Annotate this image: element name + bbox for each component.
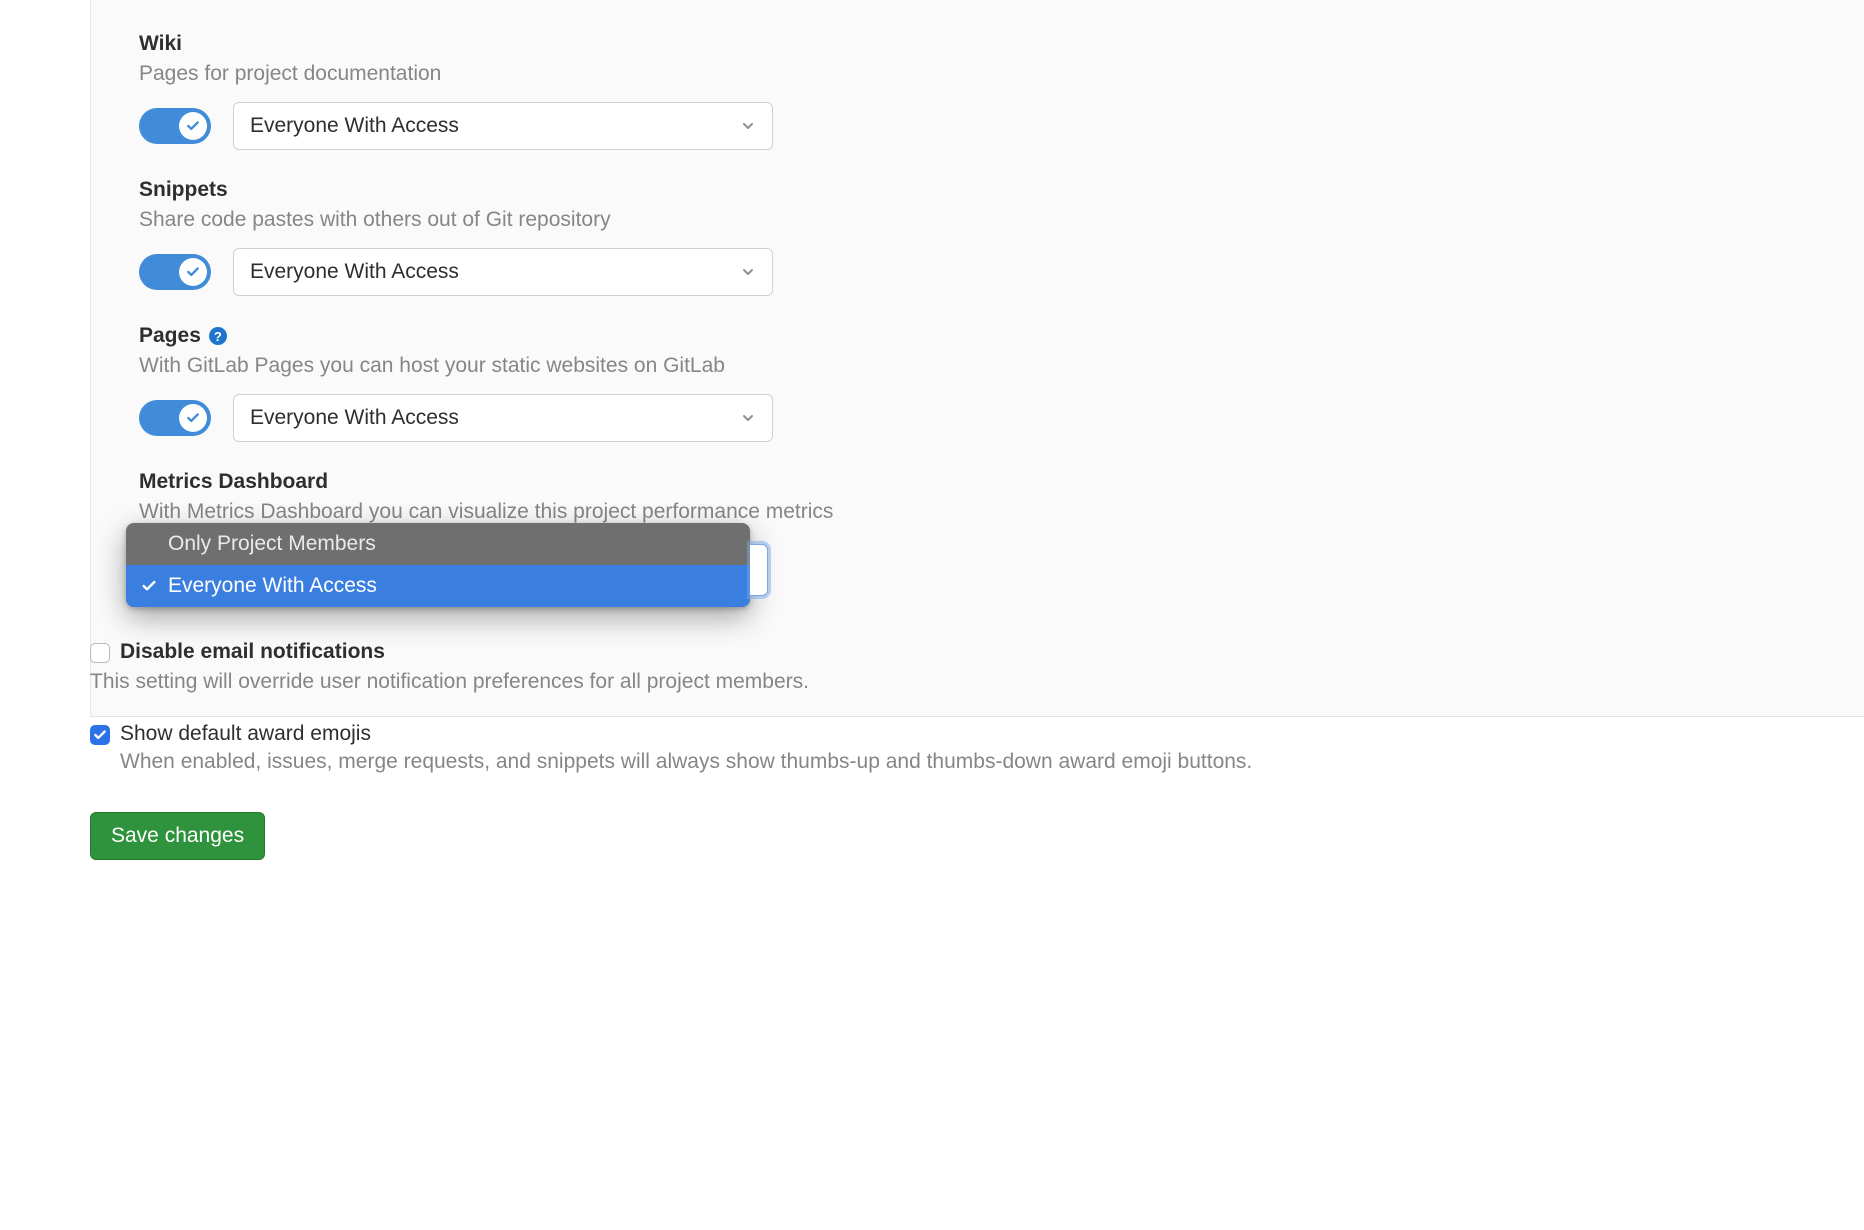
section-title-wiki: Wiki <box>139 32 1816 56</box>
wiki-title-text: Wiki <box>139 32 182 56</box>
check-icon <box>186 119 200 133</box>
snippets-toggle[interactable] <box>139 254 211 290</box>
award-emojis-row: Show default award emojis When enabled, … <box>90 722 1864 774</box>
chevron-down-icon <box>740 410 756 426</box>
dropdown-option-label: Only Project Members <box>168 532 376 556</box>
section-title-snippets: Snippets <box>139 178 1816 202</box>
metrics-access-dropdown[interactable]: Only Project Members Everyone With Acces… <box>126 523 750 607</box>
award-emojis-checkbox[interactable] <box>90 725 110 745</box>
pages-title-text: Pages <box>139 324 201 348</box>
award-emojis-desc: When enabled, issues, merge requests, an… <box>120 750 1252 774</box>
dropdown-option-everyone[interactable]: Everyone With Access <box>126 565 750 607</box>
wiki-toggle[interactable] <box>139 108 211 144</box>
pages-access-select[interactable]: Everyone With Access <box>233 394 773 442</box>
section-pages: Pages ? With GitLab Pages you can host y… <box>139 324 1816 442</box>
metrics-desc: With Metrics Dashboard you can visualize… <box>139 500 1816 524</box>
select-value: Everyone With Access <box>250 260 459 284</box>
snippets-desc: Share code pastes with others out of Git… <box>139 208 1816 232</box>
pages-desc: With GitLab Pages you can host your stat… <box>139 354 1816 378</box>
check-icon <box>186 265 200 279</box>
select-value: Everyone With Access <box>250 114 459 138</box>
save-changes-button[interactable]: Save changes <box>90 812 265 860</box>
dropdown-option-members[interactable]: Only Project Members <box>126 523 750 565</box>
save-label: Save changes <box>111 824 244 848</box>
section-title-metrics: Metrics Dashboard <box>139 470 1816 494</box>
wiki-desc: Pages for project documentation <box>139 62 1816 86</box>
award-emojis-label: Show default award emojis <box>120 722 1252 746</box>
metrics-title-text: Metrics Dashboard <box>139 470 328 494</box>
chevron-down-icon <box>740 118 756 134</box>
visibility-panel: Wiki Pages for project documentation Eve… <box>90 0 1864 717</box>
select-value: Everyone With Access <box>250 406 459 430</box>
below-panel: Disable email notifications This setting… <box>90 640 1864 860</box>
snippets-title-text: Snippets <box>139 178 228 202</box>
disable-email-label: Disable email notifications <box>120 640 385 664</box>
toggle-knob <box>179 112 207 140</box>
disable-email-checkbox[interactable] <box>90 643 110 663</box>
toggle-knob <box>179 404 207 432</box>
check-icon <box>186 411 200 425</box>
dropdown-option-label: Everyone With Access <box>168 574 377 598</box>
section-wiki: Wiki Pages for project documentation Eve… <box>139 32 1816 150</box>
wiki-access-select[interactable]: Everyone With Access <box>233 102 773 150</box>
toggle-knob <box>179 258 207 286</box>
section-snippets: Snippets Share code pastes with others o… <box>139 178 1816 296</box>
chevron-down-icon <box>740 264 756 280</box>
section-title-pages: Pages ? <box>139 324 1816 348</box>
pages-toggle[interactable] <box>139 400 211 436</box>
disable-email-row: Disable email notifications <box>90 640 1864 664</box>
check-icon <box>140 578 158 594</box>
help-icon[interactable]: ? <box>209 327 227 345</box>
snippets-access-select[interactable]: Everyone With Access <box>233 248 773 296</box>
disable-email-desc: This setting will override user notifica… <box>90 670 1864 694</box>
metrics-select-edge <box>750 544 768 596</box>
